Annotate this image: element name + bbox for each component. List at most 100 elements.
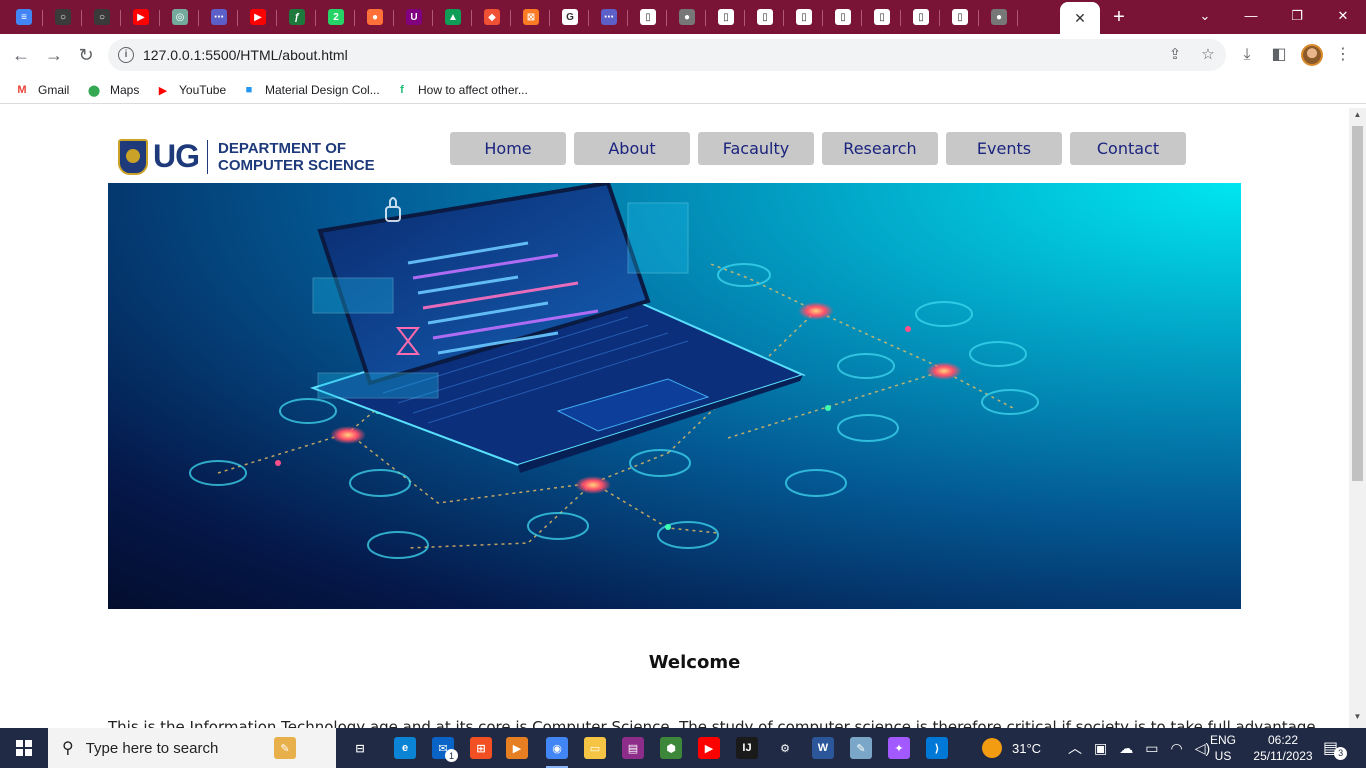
- taskbar-app[interactable]: ▶: [694, 734, 724, 762]
- taskbar-app[interactable]: ◉: [542, 734, 572, 768]
- browser-tab[interactable]: ●: [980, 4, 1018, 30]
- bookmark-item[interactable]: M Gmail: [14, 81, 69, 99]
- bookmark-item[interactable]: ▶ YouTube: [155, 81, 226, 99]
- address-bar[interactable]: i 127.0.0.1:5500/HTML/about.html ⇪ ☆: [108, 39, 1226, 71]
- tab-active-about[interactable]: ✕: [1060, 2, 1100, 34]
- weather-widget[interactable]: 31°C: [982, 728, 1041, 768]
- page-scrollbar[interactable]: ▲ ▼: [1349, 108, 1366, 728]
- volume-icon[interactable]: ◁): [1195, 740, 1210, 757]
- share-icon[interactable]: ⇪: [1166, 46, 1184, 64]
- tab-separator: [588, 10, 589, 26]
- browser-tab[interactable]: ▯: [746, 4, 784, 30]
- browser-tab[interactable]: ⊠: [512, 4, 550, 30]
- site-logo[interactable]: UG DEPARTMENT OF COMPUTER SCIENCE: [118, 138, 375, 175]
- intro-paragraph: This is the Information Technology age a…: [108, 718, 1316, 728]
- scroll-thumb[interactable]: [1352, 126, 1363, 481]
- taskbar-app[interactable]: ✦: [884, 734, 914, 762]
- page-icon: ▯: [796, 9, 812, 25]
- tab-separator: [549, 10, 550, 26]
- address-url[interactable]: 127.0.0.1:5500/HTML/about.html: [143, 47, 348, 63]
- browser-tab[interactable]: ▯: [824, 4, 862, 30]
- taskbar-app[interactable]: IJ: [732, 734, 762, 762]
- taskbar-app[interactable]: ▤: [618, 734, 648, 762]
- taskbar-app[interactable]: ✎: [846, 734, 876, 762]
- close-window-icon[interactable]: ✕: [1328, 4, 1358, 28]
- minimize-icon[interactable]: —: [1236, 4, 1266, 28]
- browser-tab[interactable]: ▶: [239, 4, 277, 30]
- battery-icon[interactable]: ▭: [1145, 740, 1158, 757]
- reload-icon[interactable]: ↻: [75, 44, 97, 66]
- nav-faculty[interactable]: Facaulty: [698, 132, 814, 165]
- browser-tab[interactable]: ƒ: [278, 4, 316, 30]
- notifications-button[interactable]: ▤ 3: [1323, 728, 1348, 768]
- taskbar-app[interactable]: ⟩: [922, 734, 952, 762]
- browser-tab[interactable]: ●: [356, 4, 394, 30]
- side-panel-icon[interactable]: ◧: [1268, 44, 1290, 66]
- taskbar-app[interactable]: ✉ 1: [428, 734, 458, 762]
- clock[interactable]: 06:22 25/11/2023: [1248, 728, 1318, 768]
- taskbar-app[interactable]: W: [808, 734, 838, 762]
- browser-tab[interactable]: ⋯: [590, 4, 628, 30]
- restore-icon[interactable]: ❐: [1282, 4, 1312, 28]
- browser-tab[interactable]: ▯: [785, 4, 823, 30]
- browser-tab[interactable]: ▯: [902, 4, 940, 30]
- menu-icon[interactable]: ⋮: [1332, 44, 1354, 66]
- browser-tab[interactable]: 2: [317, 4, 355, 30]
- taskbar-app[interactable]: ▶: [502, 734, 532, 762]
- new-tab-button[interactable]: +: [1108, 6, 1130, 28]
- browser-tab[interactable]: ◆: [473, 4, 511, 30]
- bookmark-star-icon[interactable]: ☆: [1199, 46, 1217, 64]
- browser-tab[interactable]: ▯: [707, 4, 745, 30]
- docs-icon: ≡: [16, 9, 32, 25]
- site-info-icon[interactable]: i: [118, 47, 134, 63]
- scroll-down-icon[interactable]: ▼: [1353, 712, 1362, 721]
- taskbar-app[interactable]: ⊞: [466, 734, 496, 762]
- browser-tab[interactable]: ▶: [122, 4, 160, 30]
- browser-tab[interactable]: U: [395, 4, 433, 30]
- notification-count: 3: [1334, 746, 1348, 760]
- department-line-2: COMPUTER SCIENCE: [218, 156, 375, 174]
- tab-separator: [939, 10, 940, 26]
- browser-tab[interactable]: ◎: [161, 4, 199, 30]
- start-button[interactable]: [0, 728, 48, 768]
- browser-tab[interactable]: ▯: [941, 4, 979, 30]
- nav-home[interactable]: Home: [450, 132, 566, 165]
- browser-tab[interactable]: ▲: [434, 4, 472, 30]
- browser-tab[interactable]: ○: [44, 4, 82, 30]
- language-indicator[interactable]: ENG US: [1210, 728, 1236, 768]
- nav-about[interactable]: About: [574, 132, 690, 165]
- browser-tab[interactable]: G: [551, 4, 589, 30]
- onedrive-icon[interactable]: ☁: [1119, 740, 1133, 757]
- taskbar-app[interactable]: ⚙: [770, 734, 800, 762]
- meet-now-icon[interactable]: ▣: [1094, 740, 1107, 757]
- taskbar-app[interactable]: ▭: [580, 734, 610, 762]
- browser-tab[interactable]: ⋯: [200, 4, 238, 30]
- node-icon: ⬢: [660, 737, 682, 759]
- nav-contact[interactable]: Contact: [1070, 132, 1186, 165]
- bookmark-item[interactable]: ⬤ Maps: [86, 81, 140, 99]
- bookmark-item[interactable]: f How to affect other...: [394, 81, 528, 99]
- taskbar-app[interactable]: ⊟: [345, 734, 375, 762]
- vscode-icon: ⟩: [926, 737, 948, 759]
- profile-avatar[interactable]: [1301, 44, 1323, 66]
- taskbar-app[interactable]: ⬢: [656, 734, 686, 762]
- bookmark-item[interactable]: ■ Material Design Col...: [241, 81, 380, 99]
- taskbar-app[interactable]: ✎: [270, 734, 300, 762]
- scroll-up-icon[interactable]: ▲: [1353, 110, 1362, 119]
- browser-tab[interactable]: ▯: [629, 4, 667, 30]
- download-icon[interactable]: ⤓: [1236, 44, 1258, 66]
- browser-tab[interactable]: ▯: [863, 4, 901, 30]
- taskbar-app[interactable]: e: [390, 734, 420, 762]
- tab-search-icon[interactable]: ⌄: [1190, 4, 1220, 28]
- wifi-icon[interactable]: ◠: [1170, 740, 1182, 757]
- browser-tab[interactable]: ○: [83, 4, 121, 30]
- browser-tab[interactable]: ≡: [5, 4, 43, 30]
- close-tab-icon[interactable]: ✕: [1074, 10, 1086, 27]
- nav-events[interactable]: Events: [946, 132, 1062, 165]
- browser-tab[interactable]: ●: [668, 4, 706, 30]
- back-icon[interactable]: ←: [10, 44, 32, 66]
- show-hidden-icons-icon[interactable]: ︿: [1068, 738, 1082, 758]
- forward-icon[interactable]: →: [43, 44, 65, 66]
- nav-research[interactable]: Research: [822, 132, 938, 165]
- welcome-heading: Welcome: [648, 652, 741, 673]
